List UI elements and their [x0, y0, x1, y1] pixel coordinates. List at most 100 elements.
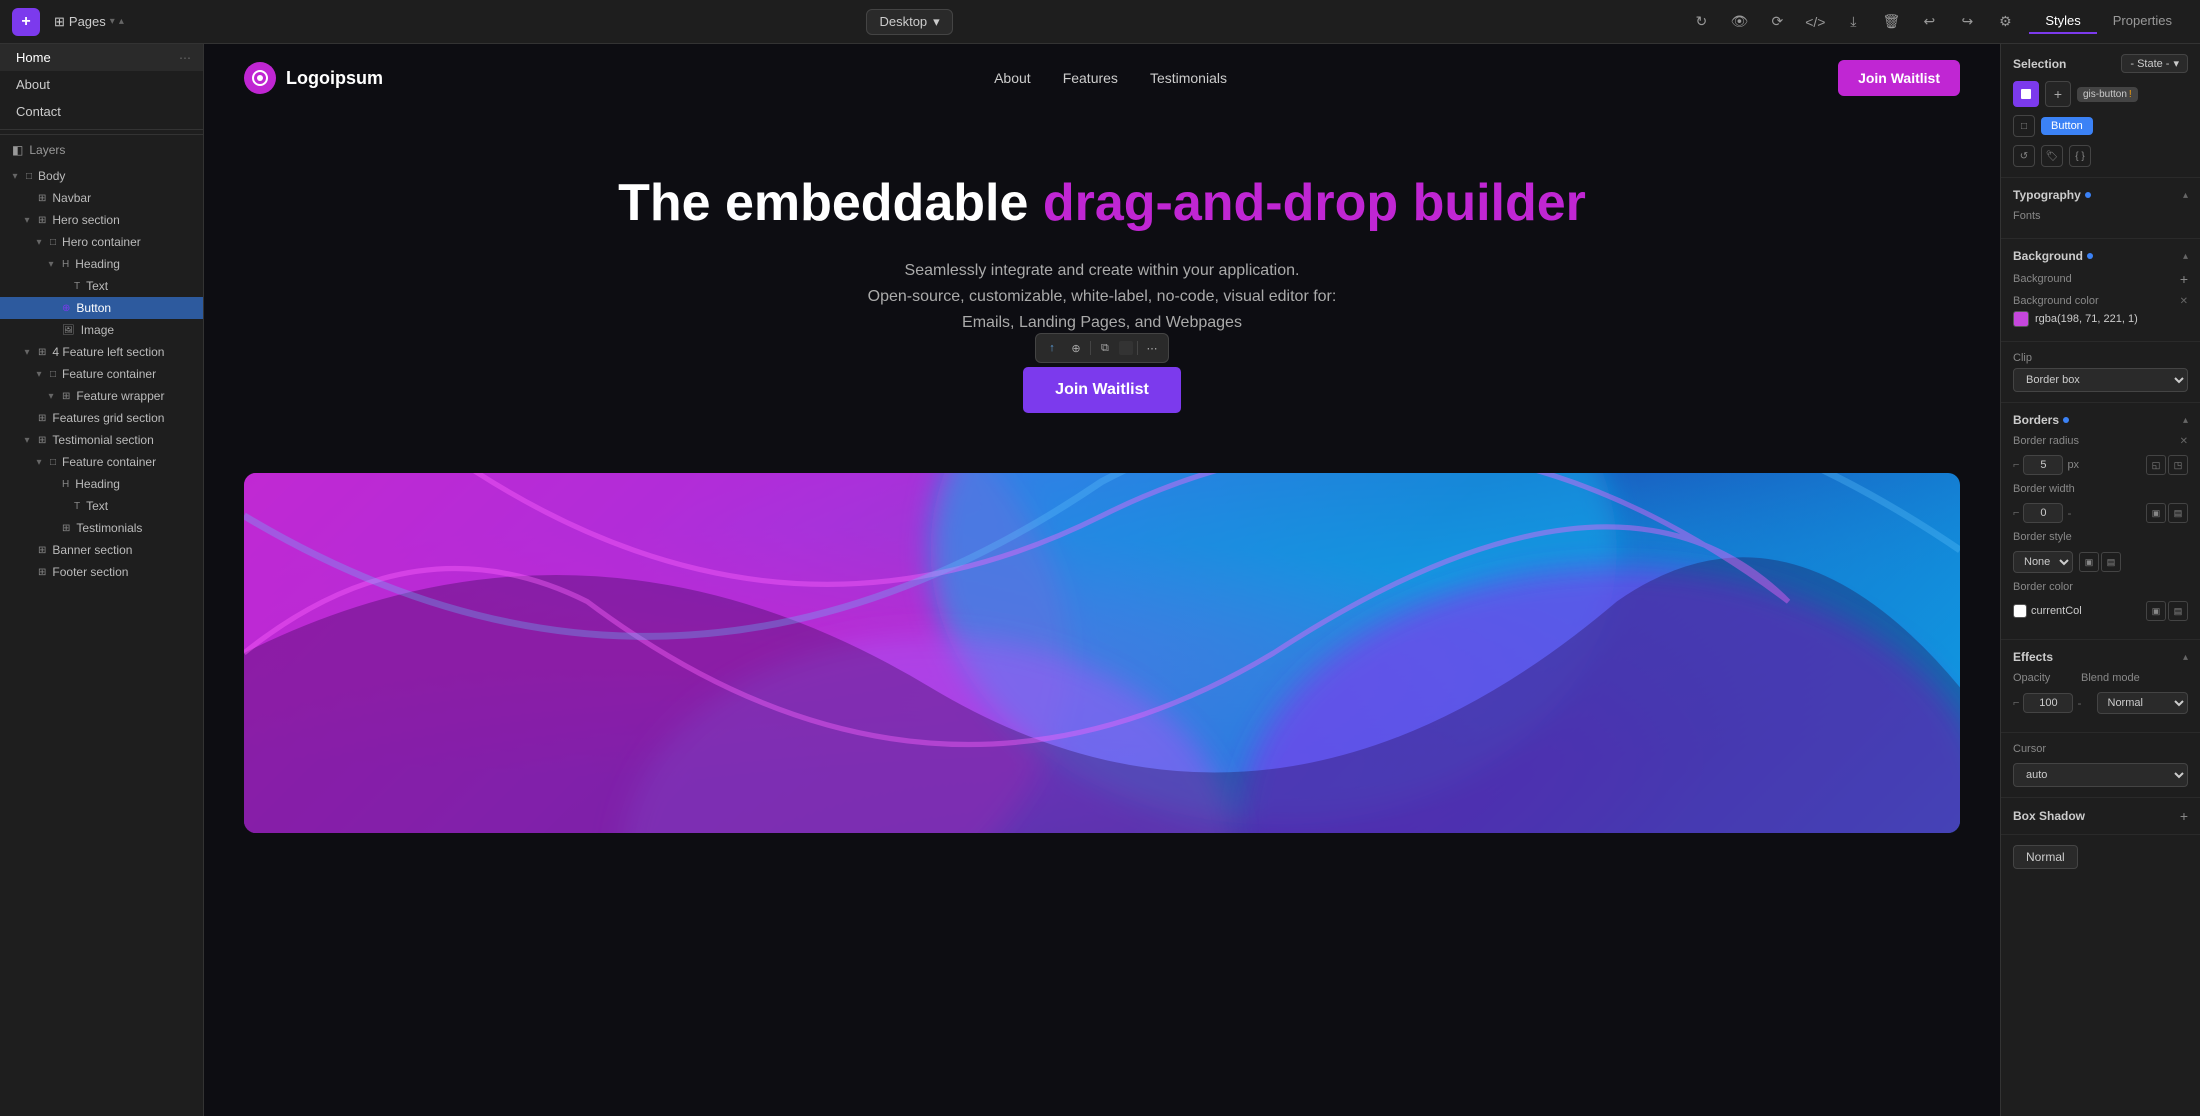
layer-testimonial-section[interactable]: ▾ ⊞ Testimonial section — [0, 429, 203, 451]
layer-features-grid-section[interactable]: ⊞ Features grid section — [0, 407, 203, 429]
effects-collapse-icon[interactable]: ▴ — [2183, 652, 2188, 663]
sidebar-item-contact[interactable]: Contact — [0, 98, 203, 125]
layer-toggle-testimonial[interactable]: ▾ — [20, 435, 34, 446]
toolbar-copy-icon[interactable]: ⧉ — [1095, 338, 1115, 358]
typography-collapse-icon[interactable]: ▴ — [2183, 190, 2188, 201]
background-header[interactable]: Background ▴ — [2013, 249, 2188, 263]
layer-text[interactable]: T Text — [0, 275, 203, 297]
layer-toggle-hero[interactable]: ▾ — [20, 215, 34, 226]
layer-feature-left-section[interactable]: ▾ ⊞ 4 Feature left section — [0, 341, 203, 363]
layer-footer-section[interactable]: ⊞ Footer section — [0, 561, 203, 583]
toolbar-center-icon[interactable]: ⊕ — [1066, 338, 1086, 358]
sidebar-item-about[interactable]: About — [0, 71, 203, 98]
border-color-btn-1[interactable]: ▣ — [2146, 601, 2166, 621]
layer-toggle-feature-container[interactable]: ▾ — [32, 369, 46, 380]
layer-heading-2[interactable]: H Heading — [0, 473, 203, 495]
toolbar-fill-icon[interactable] — [1119, 341, 1133, 355]
hero-cta-button[interactable]: Join Waitlist — [1023, 367, 1181, 413]
background-color-swatch[interactable] — [2013, 311, 2029, 327]
background-collapse-icon[interactable]: ▴ — [2183, 251, 2188, 262]
layer-label: Body — [38, 169, 65, 183]
hero-title-accent: drag-and-drop builder — [1043, 174, 1586, 232]
toolbar-move-icon[interactable]: ↑ — [1042, 338, 1062, 358]
border-color-btn-2[interactable]: ▤ — [2168, 601, 2188, 621]
undo-icon[interactable]: ↩ — [1915, 8, 1943, 36]
eye-icon[interactable]: 👁 — [1725, 8, 1753, 36]
selection-icon-box[interactable] — [2013, 81, 2039, 107]
border-width-input[interactable] — [2023, 503, 2063, 523]
layer-testimonials[interactable]: ⊞ Testimonials — [0, 517, 203, 539]
tab-properties[interactable]: Properties — [2097, 9, 2188, 34]
border-color-swatch[interactable] — [2013, 604, 2027, 618]
layer-feature-container[interactable]: ▾ □ Feature container — [0, 363, 203, 385]
nav-features[interactable]: Features — [1063, 70, 1118, 86]
layer-heading[interactable]: ▾ H Heading — [0, 253, 203, 275]
nav-testimonials[interactable]: Testimonials — [1150, 70, 1227, 86]
border-radius-unit: px — [2067, 459, 2079, 471]
layer-toggle-feature-left[interactable]: ▾ — [20, 347, 34, 358]
border-radius-corner-btn-1[interactable]: ◱ — [2146, 455, 2166, 475]
shadow-add-icon[interactable]: + — [2180, 808, 2188, 824]
download-icon[interactable]: ⤓ — [1839, 8, 1867, 36]
settings-icon[interactable]: ⟳ — [1763, 8, 1791, 36]
border-radius-corner-btn-2[interactable]: ◳ — [2168, 455, 2188, 475]
gis-badge[interactable]: gis-button ! — [2077, 87, 2138, 102]
background-title: Background — [2013, 249, 2093, 263]
background-color-remove-icon[interactable]: ✕ — [2180, 296, 2188, 307]
add-class-button[interactable]: + — [2045, 81, 2071, 107]
borders-header[interactable]: Borders ▴ — [2013, 413, 2188, 427]
layer-text-2[interactable]: T Text — [0, 495, 203, 517]
layer-toggle-feature-wrapper[interactable]: ▾ — [44, 391, 58, 402]
layer-body[interactable]: ▾ □ Body — [0, 165, 203, 187]
layer-feature-container-2[interactable]: ▾ □ Feature container — [0, 451, 203, 473]
layer-label: Heading — [75, 477, 120, 491]
trash-icon[interactable]: 🗑 — [1877, 8, 1905, 36]
background-add-icon[interactable]: + — [2180, 271, 2188, 287]
nav-cta-button[interactable]: Join Waitlist — [1838, 60, 1960, 96]
pages-button[interactable]: ⊞ Pages ▾ ▴ — [46, 10, 132, 34]
sel-small-icon-1[interactable]: □ — [2013, 115, 2035, 137]
layer-toggle-hero-container[interactable]: ▾ — [32, 237, 46, 248]
layer-feature-wrapper[interactable]: ▾ ⊞ Feature wrapper — [0, 385, 203, 407]
device-selector[interactable]: Desktop ▾ — [866, 9, 952, 35]
layer-button[interactable]: ⊕ Button — [0, 297, 203, 319]
border-style-btn-2[interactable]: ▤ — [2101, 552, 2121, 572]
top-bar-right: ↻ 👁 ⟳ </> ⤓ 🗑 ↩ ↪ ⚙ Styles Properties — [1687, 8, 2188, 36]
tab-styles[interactable]: Styles — [2029, 9, 2096, 34]
sidebar-item-home[interactable]: Home ⋯ — [0, 44, 203, 71]
sel-small-icon-4[interactable]: { } — [2069, 145, 2091, 167]
add-element-button[interactable]: + — [12, 8, 40, 36]
effects-header[interactable]: Effects ▴ — [2013, 650, 2188, 664]
layer-navbar[interactable]: ⊞ Navbar — [0, 187, 203, 209]
layer-hero-section[interactable]: ▾ ⊞ Hero section — [0, 209, 203, 231]
border-width-side-btn-2[interactable]: ▤ — [2168, 503, 2188, 523]
sel-small-icon-3[interactable]: 🏷 — [2041, 145, 2063, 167]
blend-mode-select[interactable]: Normal — [2097, 692, 2189, 714]
border-style-select[interactable]: None — [2013, 551, 2073, 573]
refresh-icon[interactable]: ↻ — [1687, 8, 1715, 36]
border-style-btn-1[interactable]: ▣ — [2079, 552, 2099, 572]
layer-toggle-body[interactable]: ▾ — [8, 171, 22, 182]
layer-toggle-heading[interactable]: ▾ — [44, 259, 58, 270]
layers-header[interactable]: ◧ Layers — [0, 134, 203, 165]
border-width-side-btn-1[interactable]: ▣ — [2146, 503, 2166, 523]
border-radius-remove-icon[interactable]: ✕ — [2180, 436, 2188, 447]
layer-banner-section[interactable]: ⊞ Banner section — [0, 539, 203, 561]
state-dropdown[interactable]: - State - ▾ — [2121, 54, 2188, 73]
border-radius-input[interactable] — [2023, 455, 2063, 475]
layer-hero-container[interactable]: ▾ □ Hero container — [0, 231, 203, 253]
code-icon[interactable]: </> — [1801, 8, 1829, 36]
layer-toggle-feature-container-2[interactable]: ▾ — [32, 457, 46, 468]
cursor-select[interactable]: auto — [2013, 763, 2188, 787]
toolbar-more-icon[interactable]: ⋯ — [1142, 338, 1162, 358]
layer-image[interactable]: 🖼 Image — [0, 319, 203, 341]
typography-header[interactable]: Typography ▴ — [2013, 188, 2188, 202]
opacity-input[interactable] — [2023, 693, 2073, 713]
sel-small-icon-2[interactable]: ↺ — [2013, 145, 2035, 167]
clip-select[interactable]: Border box — [2013, 368, 2188, 392]
gear-icon[interactable]: ⚙ — [1991, 8, 2019, 36]
redo-icon[interactable]: ↪ — [1953, 8, 1981, 36]
sidebar-divider — [0, 129, 203, 130]
borders-collapse-icon[interactable]: ▴ — [2183, 415, 2188, 426]
nav-about[interactable]: About — [994, 70, 1031, 86]
